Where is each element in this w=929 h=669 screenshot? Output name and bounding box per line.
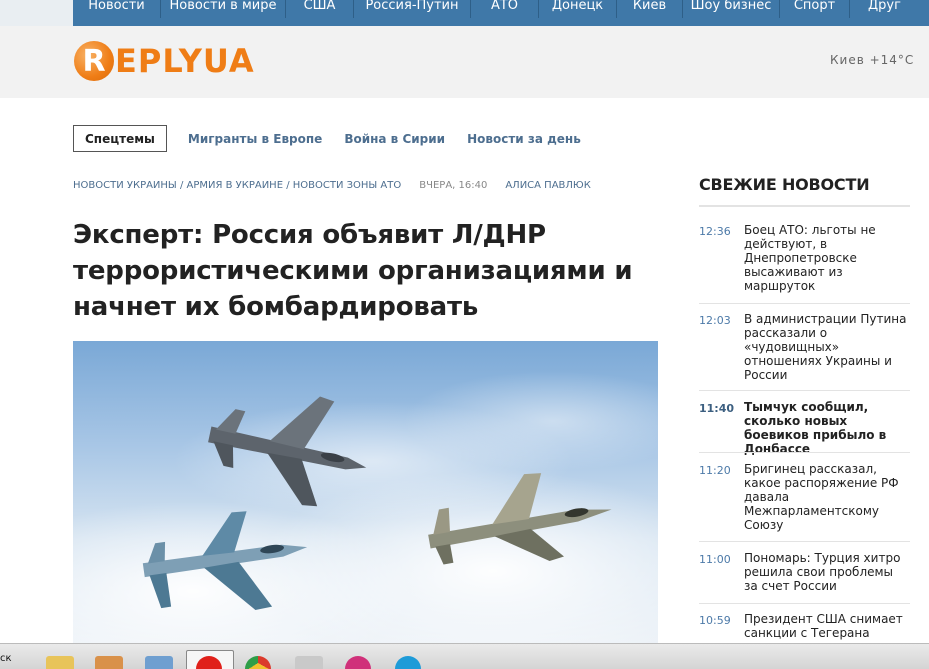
news-item[interactable]: 11:00 Пономарь: Турция хитро решила свои… — [699, 551, 910, 593]
breadcrumb[interactable]: НОВОСТИ УКРАИНЫ / АРМИЯ В УКРАИНЕ / НОВО… — [73, 180, 401, 191]
divider — [699, 541, 910, 542]
divider — [699, 452, 910, 453]
chrome-icon[interactable] — [245, 656, 271, 669]
folder-icon[interactable] — [46, 656, 74, 669]
nav-item-usa[interactable]: США — [286, 0, 354, 18]
article-author[interactable]: АЛИСА ПАВЛЮК — [505, 180, 590, 191]
sound-icon[interactable] — [145, 656, 173, 669]
sidebar-title-divider — [699, 205, 910, 207]
divider — [699, 603, 910, 604]
news-headline[interactable]: Боец АТО: льготы не действуют, в Днепроп… — [744, 223, 910, 293]
nav-item-sport[interactable]: Спорт — [780, 0, 850, 18]
os-taskbar: ск — [0, 643, 929, 669]
special-topics-label: Спецтемы — [73, 125, 167, 152]
news-time: 12:36 — [699, 225, 731, 238]
tools-icon[interactable] — [295, 656, 323, 669]
divider — [699, 390, 910, 391]
news-time: 10:59 — [699, 614, 731, 627]
site-header: R EPLYUA Киев +14°C По — [0, 26, 929, 98]
site-logo[interactable]: R EPLYUA — [74, 38, 255, 84]
fighter-jets-illustration — [73, 371, 658, 646]
nav-item-kiev[interactable]: Киев — [617, 0, 683, 18]
sidebar-title: СВЕЖИЕ НОВОСТИ — [699, 175, 870, 194]
news-item[interactable]: 12:36 Боец АТО: льготы не действуют, в Д… — [699, 223, 910, 293]
nav-item-news[interactable]: Новости — [73, 0, 161, 18]
news-headline[interactable]: Президент США снимает санкции с Тегерана — [744, 612, 910, 640]
taskbar-label: ск — [0, 653, 12, 664]
nav-item-donetsk[interactable]: Донецк — [539, 0, 617, 18]
topic-link-daily-news[interactable]: Новости за день — [467, 132, 581, 146]
news-item[interactable]: 11:40 Тымчук сообщил, сколько новых боев… — [699, 400, 910, 456]
news-time: 11:20 — [699, 464, 731, 477]
nav-item-world-news[interactable]: Новости в мире — [161, 0, 286, 18]
news-item[interactable]: 10:59 Президент США снимает санкции с Те… — [699, 612, 910, 640]
topic-link-migrants[interactable]: Мигранты в Европе — [188, 132, 322, 146]
article-title: Эксперт: Россия объявит Л/ДНР террористи… — [73, 220, 633, 322]
top-nav-bar: Новости Новости в мире США Россия-Путин … — [73, 0, 929, 26]
news-time: 11:40 — [699, 402, 735, 415]
news-headline[interactable]: Пономарь: Турция хитро решила свои пробл… — [744, 551, 910, 593]
news-time: 12:03 — [699, 314, 731, 327]
media-player-icon[interactable] — [95, 656, 123, 669]
nav-item-other[interactable]: Друг — [850, 0, 910, 18]
news-time: 11:00 — [699, 553, 731, 566]
weather-text: Киев +14°C — [830, 53, 915, 67]
weather-widget: Киев +14°C По — [830, 53, 929, 67]
article-hero-image — [73, 341, 658, 646]
nav-item-ato[interactable]: АТО — [471, 0, 539, 18]
logo-r-badge: R — [74, 41, 114, 81]
top-navigation: Новости Новости в мире США Россия-Путин … — [0, 0, 929, 26]
special-topics: Спецтемы Мигранты в Европе Война в Сирии… — [73, 125, 581, 152]
article-date: ВЧЕРА, 16:40 — [419, 180, 488, 191]
news-item[interactable]: 12:03 В администрации Путина рассказали … — [699, 312, 910, 382]
nav-item-russia-putin[interactable]: Россия-Путин — [354, 0, 471, 18]
nav-item-show-business[interactable]: Шоу бизнес — [683, 0, 780, 18]
article-meta: НОВОСТИ УКРАИНЫ / АРМИЯ В УКРАИНЕ / НОВО… — [73, 180, 591, 191]
news-headline[interactable]: В администрации Путина рассказали о «чуд… — [744, 312, 910, 382]
logo-text: EPLYUA — [115, 42, 255, 80]
topic-link-syria-war[interactable]: Война в Сирии — [344, 132, 445, 146]
skype-icon[interactable] — [395, 656, 421, 669]
divider — [699, 303, 910, 304]
app-icon[interactable] — [345, 656, 371, 669]
news-headline[interactable]: Тымчук сообщил, сколько новых боевиков п… — [744, 400, 910, 456]
news-headline[interactable]: Бригинец рассказал, какое распоряжение Р… — [744, 462, 910, 532]
news-item[interactable]: 11:20 Бригинец рассказал, какое распоряж… — [699, 462, 910, 532]
